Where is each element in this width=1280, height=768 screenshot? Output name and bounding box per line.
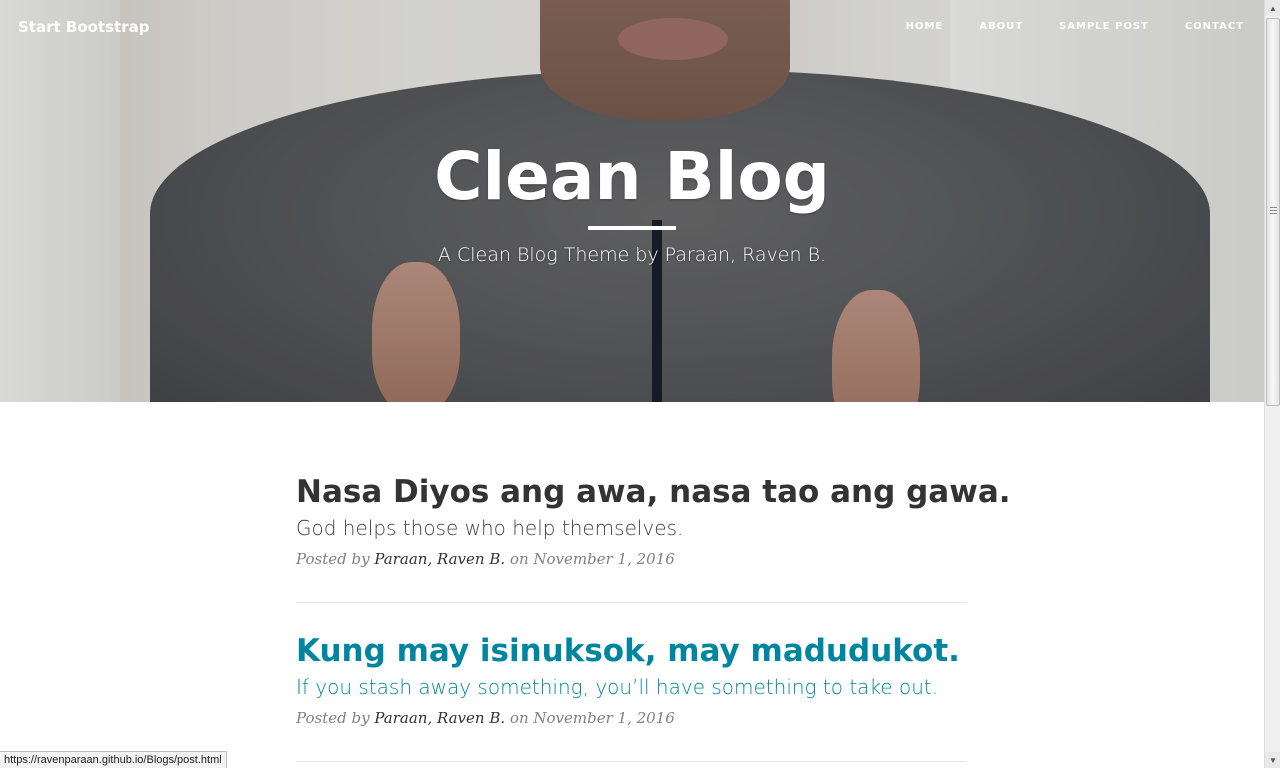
post-meta: Posted by Paraan, Raven B. on November 1…: [296, 709, 967, 727]
scrollbar-grip-icon: [1270, 207, 1277, 215]
vertical-scrollbar[interactable]: ▲ ▼: [1264, 0, 1280, 768]
nav-link-about[interactable]: ABOUT: [979, 21, 1023, 32]
scrollbar-thumb[interactable]: [1266, 18, 1280, 406]
post-meta: Posted by Paraan, Raven B. on November 1…: [296, 550, 967, 568]
post-title-link[interactable]: Nasa Diyos ang awa, nasa tao ang gawa.: [296, 472, 1011, 512]
nav-links: HOME ABOUT SAMPLE POST CONTACT: [906, 21, 1244, 32]
status-bar-url: https://ravenparaan.github.io/Blogs/post…: [0, 751, 227, 768]
browser-viewport: Clean Blog A Clean Blog Theme by Paraan,…: [0, 0, 1264, 768]
title-divider: [588, 226, 676, 230]
post-subtitle[interactable]: If you stash away something, you’ll have…: [296, 675, 967, 699]
post-meta-prefix: Posted by: [296, 550, 370, 568]
post-date: on November 1, 2016: [509, 550, 675, 568]
nav-link-sample-post[interactable]: SAMPLE POST: [1059, 21, 1149, 32]
post-list: Nasa Diyos ang awa, nasa tao ang gawa. G…: [296, 472, 1011, 768]
navbar-brand[interactable]: Start Bootstrap: [18, 18, 149, 36]
post-meta-prefix: Posted by: [296, 709, 370, 727]
post-preview: Nasa Diyos ang awa, nasa tao ang gawa. G…: [296, 472, 1011, 603]
site-subheading: A Clean Blog Theme by Paraan, Raven B.: [437, 244, 827, 266]
navbar: Start Bootstrap HOME ABOUT SAMPLE POST C…: [0, 0, 1264, 56]
post-preview: Kung may isinuksok, may madudukot. If yo…: [296, 631, 967, 762]
site-heading: Clean Blog A Clean Blog Theme by Paraan,…: [0, 138, 1264, 266]
site-title: Clean Blog: [434, 138, 830, 215]
scroll-down-arrow-icon[interactable]: ▼: [1265, 752, 1280, 768]
post-title-link[interactable]: Kung may isinuksok, may madudukot.: [296, 631, 967, 671]
post-author-link[interactable]: Paraan, Raven B.: [374, 550, 505, 568]
masthead-background: Clean Blog A Clean Blog Theme by Paraan,…: [0, 0, 1264, 402]
post-author-link[interactable]: Paraan, Raven B.: [374, 709, 505, 727]
nav-link-contact[interactable]: CONTACT: [1185, 21, 1244, 32]
nav-link-home[interactable]: HOME: [906, 21, 944, 32]
scroll-up-arrow-icon[interactable]: ▲: [1265, 0, 1280, 16]
post-date: on November 1, 2016: [509, 709, 675, 727]
post-subtitle[interactable]: God helps those who help themselves.: [296, 516, 967, 540]
